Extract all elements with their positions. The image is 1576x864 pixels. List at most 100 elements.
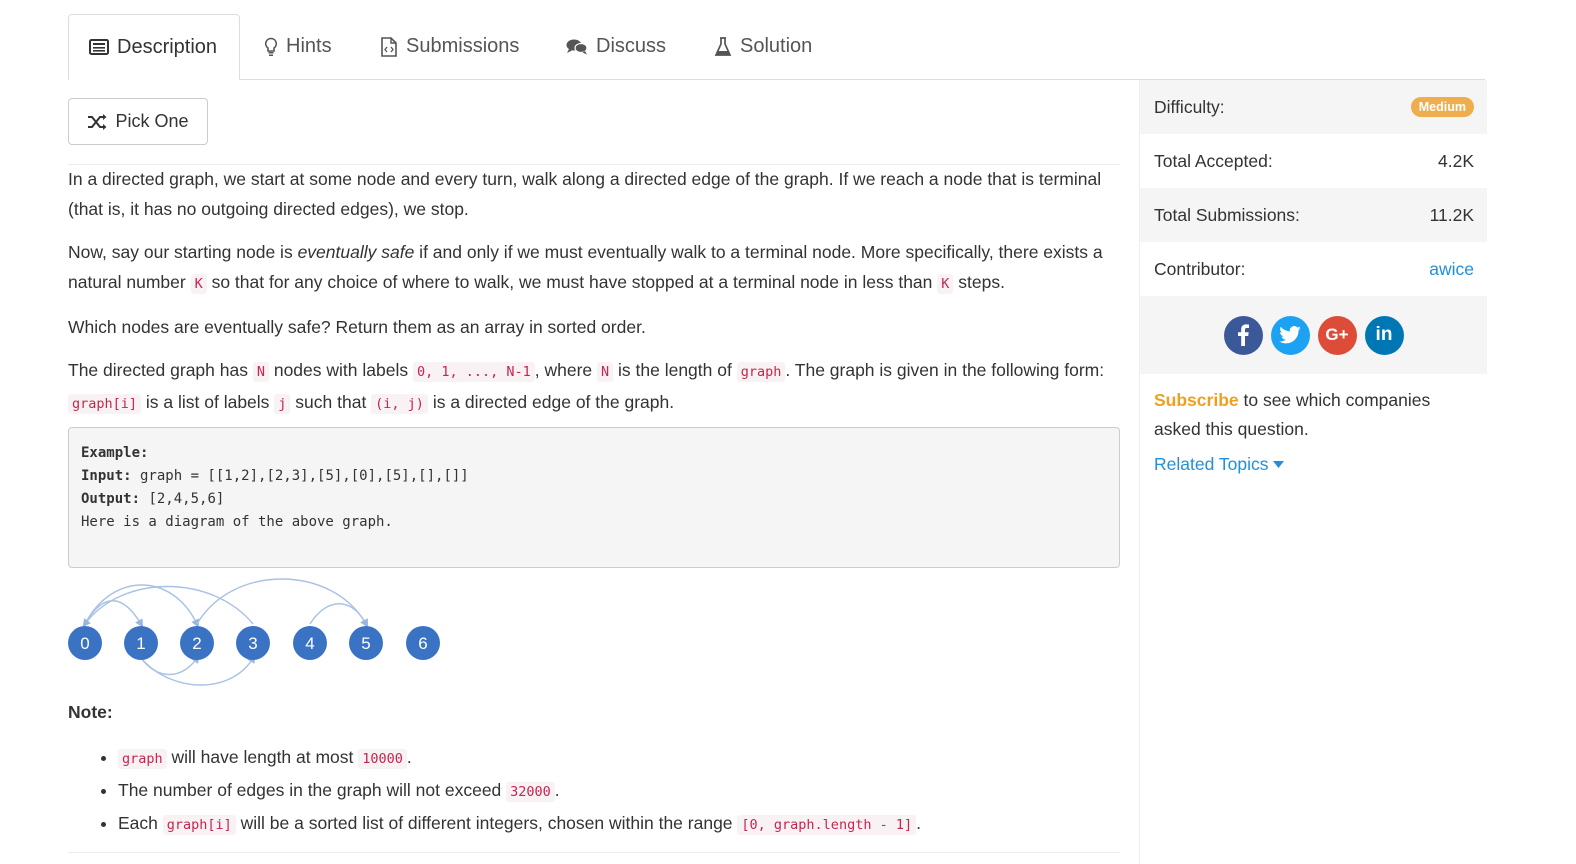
subscribe-link[interactable]: Subscribe: [1154, 390, 1239, 410]
emphasis-text: eventually safe: [297, 242, 415, 262]
graph-node: 6: [406, 626, 440, 660]
list-item: The number of edges in the graph will no…: [118, 775, 1170, 808]
text: steps.: [953, 272, 1005, 292]
node-label: 0: [80, 634, 89, 653]
node-label: 5: [361, 634, 370, 653]
difficulty-row: Difficulty: Medium: [1140, 80, 1487, 134]
text: .: [406, 747, 412, 767]
social-share: G+ in: [1140, 296, 1487, 374]
node-label: 4: [305, 634, 314, 653]
text: is a directed edge of the graph.: [427, 392, 675, 412]
node-label: 2: [192, 634, 201, 653]
tab-submissions[interactable]: Submissions: [380, 14, 519, 79]
tab-submissions-label: Submissions: [406, 35, 520, 57]
inline-code: graph[i]: [68, 394, 142, 414]
shuffle-icon: [87, 113, 107, 130]
inline-code: K: [190, 274, 207, 294]
graph-node: 0: [68, 626, 102, 660]
node-label: 6: [418, 634, 427, 653]
difficulty-badge: Medium: [1410, 97, 1474, 117]
google-plus-icon[interactable]: G+: [1317, 315, 1357, 355]
text: . The graph is given in the following fo…: [785, 360, 1105, 380]
difficulty-label: Difficulty:: [1154, 96, 1225, 117]
text: Now, say our starting node is: [68, 242, 298, 262]
inline-code: K: [937, 274, 954, 294]
note-heading: Note:: [68, 702, 113, 722]
input-value: graph = [[1,2],[2,3],[5],[0],[5],[],[]]: [131, 468, 469, 484]
caret-down-icon: [1273, 461, 1285, 468]
problem-sidebar: Difficulty: Medium Total Accepted: 4.2K …: [1139, 80, 1487, 864]
flask-icon: [714, 36, 732, 57]
tab-solution[interactable]: Solution: [714, 14, 812, 79]
lightbulb-icon: [264, 37, 278, 57]
tab-description-label: Description: [117, 35, 218, 58]
node-label: 3: [248, 634, 257, 653]
tab-discuss-label: Discuss: [596, 35, 667, 57]
notes-list: graph will have length at most 10000. Th…: [68, 742, 1170, 841]
graph-edge: [84, 600, 144, 628]
text: The directed graph has: [68, 360, 253, 380]
inline-code: [0, graph.length - 1]: [737, 815, 917, 835]
submissions-value: 11.2K: [1429, 204, 1474, 225]
description-paragraph: The directed graph has N nodes with labe…: [68, 355, 1120, 419]
description-paragraph: In a directed graph, we start at some no…: [68, 169, 1102, 219]
text: Each: [118, 813, 163, 833]
inline-code: graph: [118, 749, 167, 769]
inline-code: 0, 1, ..., N-1: [412, 362, 535, 382]
graph-node: 5: [349, 626, 383, 660]
graph-node: 2: [180, 626, 214, 660]
text: is a list of labels: [141, 392, 275, 412]
tab-hints-label: Hints: [286, 35, 332, 57]
description-paragraph: Now, say our starting node is eventually…: [68, 237, 1120, 299]
text: is the length of: [613, 360, 737, 380]
list-item: Each graph[i] will be a sorted list of d…: [118, 808, 1170, 841]
code-file-icon: [380, 36, 398, 57]
graph-edge: [196, 578, 369, 628]
text: .: [916, 813, 921, 833]
list-item: graph will have length at most 10000.: [118, 742, 1170, 775]
submissions-row: Total Submissions: 11.2K: [1140, 188, 1487, 242]
text: , where: [534, 360, 598, 380]
inline-code: N: [252, 362, 269, 382]
output-label: Output:: [81, 491, 141, 507]
problem-tabs: Description Hints Submissions Discuss So…: [68, 14, 1485, 80]
example-caption: Here is a diagram of the above graph.: [81, 514, 393, 530]
accepted-value: 4.2K: [1438, 150, 1474, 171]
text: The number of edges in the graph will no…: [118, 780, 507, 800]
related-topics-label: Related Topics: [1154, 454, 1269, 474]
pick-one-label: Pick One: [115, 111, 189, 131]
contributor-label: Contributor:: [1154, 258, 1246, 279]
text: such that: [290, 392, 372, 412]
description-paragraph: Which nodes are eventually safe? Return …: [68, 317, 646, 337]
pick-one-button[interactable]: Pick One: [68, 98, 208, 145]
text: will be a sorted list of different integ…: [235, 813, 738, 833]
related-topics-toggle[interactable]: Related Topics: [1140, 444, 1487, 485]
twitter-icon[interactable]: [1270, 315, 1310, 355]
text: nodes with labels: [268, 360, 413, 380]
accepted-row: Total Accepted: 4.2K: [1140, 134, 1487, 188]
problem-description: In a directed graph, we start at some no…: [68, 164, 1120, 432]
tab-solution-label: Solution: [740, 35, 813, 57]
inline-code: 32000: [506, 782, 555, 802]
linkedin-icon[interactable]: in: [1364, 315, 1404, 355]
example-heading: Example:: [81, 445, 149, 461]
inline-code: N: [597, 362, 614, 382]
text: so that for any choice of where to walk,…: [206, 272, 938, 292]
graph-diagram: 0 1 2 3 4 5 6: [68, 578, 440, 686]
example-code-block: Example: Input: graph = [[1,2],[2,3],[5]…: [68, 427, 1120, 568]
graph-node: 3: [236, 626, 270, 660]
contributor-row: Contributor: awice: [1140, 242, 1487, 296]
graph-edge: [309, 603, 368, 628]
tab-hints[interactable]: Hints: [264, 14, 332, 79]
inline-code: graph: [736, 362, 786, 382]
inline-code: graph[i]: [162, 815, 236, 835]
tab-discuss[interactable]: Discuss: [566, 14, 666, 79]
contributor-link[interactable]: awice: [1429, 259, 1474, 280]
inline-code: (i, j): [371, 394, 428, 414]
submissions-label: Total Submissions:: [1154, 204, 1300, 225]
subscribe-text: Subscribe to see which companies asked t…: [1140, 374, 1487, 444]
divider: [68, 852, 1120, 853]
comments-icon: [566, 38, 588, 56]
facebook-icon[interactable]: [1223, 315, 1263, 355]
tab-description[interactable]: Description: [68, 14, 240, 80]
